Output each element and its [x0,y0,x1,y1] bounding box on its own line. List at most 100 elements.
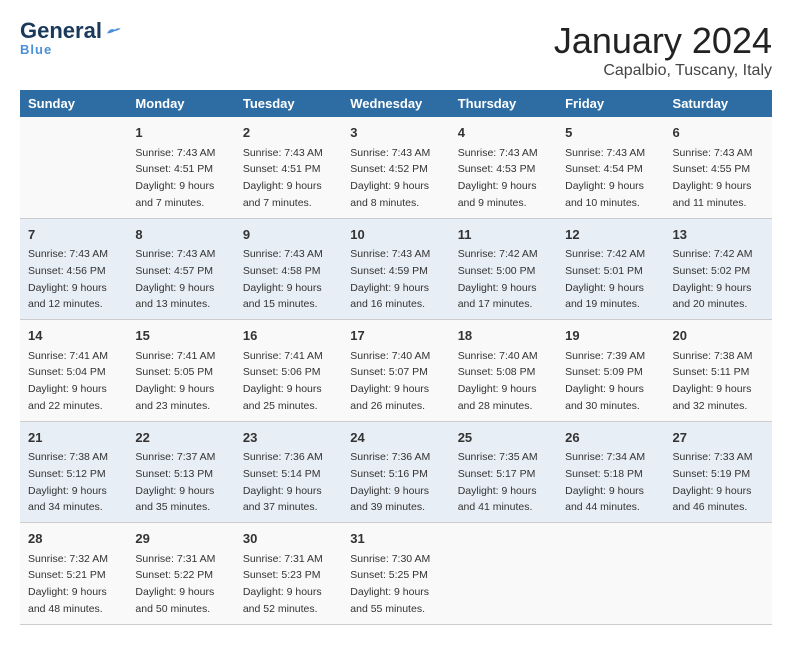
day-number: 27 [673,428,764,448]
header-row: SundayMondayTuesdayWednesdayThursdayFrid… [20,90,772,117]
column-header-thursday: Thursday [450,90,557,117]
day-cell: 30Sunrise: 7:31 AMSunset: 5:23 PMDayligh… [235,523,342,625]
day-cell: 15 Sunrise: 7:41 AMSunset: 5:05 PMDayligh… [127,320,234,422]
day-cell: 31 Sunrise: 7:30 AMSunset: 5:25 PMDayligh… [342,523,449,625]
title-block: January 2024 Capalbio, Tuscany, Italy [554,20,772,80]
day-cell: 25Sunrise: 7:35 AMSunset: 5:17 PMDayligh… [450,421,557,523]
logo: General Blue [20,20,122,57]
week-row-3: 14 Sunrise: 7:41 AMSunset: 5:04 PMDayligh… [20,320,772,422]
column-header-saturday: Saturday [665,90,772,117]
day-info: Sunrise: 7:43 AMSunset: 4:51 PMDaylight:… [243,147,323,209]
day-info: Sunrise: 7:43 AMSunset: 4:51 PMDaylight:… [135,147,215,209]
day-number: 14 [28,326,119,346]
page-header: General Blue January 2024 Capalbio, Tusc… [20,20,772,80]
day-cell: 3 Sunrise: 7:43 AMSunset: 4:52 PMDaylight… [342,117,449,218]
day-info: Sunrise: 7:42 AMSunset: 5:02 PMDaylight:… [673,248,753,310]
day-cell: 27 Sunrise: 7:33 AMSunset: 5:19 PMDayligh… [665,421,772,523]
day-number: 15 [135,326,226,346]
calendar-body: 1 Sunrise: 7:43 AMSunset: 4:51 PMDaylight… [20,117,772,624]
day-cell: 6Sunrise: 7:43 AMSunset: 4:55 PMDaylight… [665,117,772,218]
day-cell [20,117,127,218]
day-cell: 23 Sunrise: 7:36 AMSunset: 5:14 PMDayligh… [235,421,342,523]
day-number: 10 [350,225,441,245]
day-info: Sunrise: 7:43 AMSunset: 4:54 PMDaylight:… [565,147,645,209]
day-number: 30 [243,529,334,549]
day-cell: 14 Sunrise: 7:41 AMSunset: 5:04 PMDayligh… [20,320,127,422]
day-number: 3 [350,123,441,143]
logo-blue: Blue [20,42,52,57]
day-number: 24 [350,428,441,448]
day-number: 23 [243,428,334,448]
day-cell: 29 Sunrise: 7:31 AMSunset: 5:22 PMDayligh… [127,523,234,625]
day-info: Sunrise: 7:41 AMSunset: 5:04 PMDaylight:… [28,350,108,412]
day-number: 26 [565,428,656,448]
day-cell: 20Sunrise: 7:38 AMSunset: 5:11 PMDayligh… [665,320,772,422]
column-header-wednesday: Wednesday [342,90,449,117]
logo-general: General [20,20,102,42]
day-info: Sunrise: 7:31 AMSunset: 5:22 PMDaylight:… [135,553,215,615]
day-number: 16 [243,326,334,346]
day-number: 7 [28,225,119,245]
day-cell: 10 Sunrise: 7:43 AMSunset: 4:59 PMDayligh… [342,218,449,320]
day-cell: 17Sunrise: 7:40 AMSunset: 5:07 PMDayligh… [342,320,449,422]
day-info: Sunrise: 7:43 AMSunset: 4:58 PMDaylight:… [243,248,323,310]
day-number: 1 [135,123,226,143]
day-number: 11 [458,225,549,245]
day-number: 21 [28,428,119,448]
day-info: Sunrise: 7:30 AMSunset: 5:25 PMDaylight:… [350,553,430,615]
day-number: 9 [243,225,334,245]
day-info: Sunrise: 7:43 AMSunset: 4:52 PMDaylight:… [350,147,430,209]
day-number: 5 [565,123,656,143]
week-row-5: 28Sunrise: 7:32 AMSunset: 5:21 PMDayligh… [20,523,772,625]
day-info: Sunrise: 7:39 AMSunset: 5:09 PMDaylight:… [565,350,645,412]
day-cell: 7 Sunrise: 7:43 AMSunset: 4:56 PMDaylight… [20,218,127,320]
day-info: Sunrise: 7:41 AMSunset: 5:05 PMDaylight:… [135,350,215,412]
day-info: Sunrise: 7:37 AMSunset: 5:13 PMDaylight:… [135,451,215,513]
month-title: January 2024 [554,20,772,62]
day-info: Sunrise: 7:38 AMSunset: 5:12 PMDaylight:… [28,451,108,513]
location: Capalbio, Tuscany, Italy [554,62,772,80]
day-number: 29 [135,529,226,549]
day-number: 4 [458,123,549,143]
calendar-table: SundayMondayTuesdayWednesdayThursdayFrid… [20,90,772,625]
day-info: Sunrise: 7:43 AMSunset: 4:57 PMDaylight:… [135,248,215,310]
day-cell: 11Sunrise: 7:42 AMSunset: 5:00 PMDayligh… [450,218,557,320]
day-cell [665,523,772,625]
day-info: Sunrise: 7:43 AMSunset: 4:53 PMDaylight:… [458,147,538,209]
day-number: 19 [565,326,656,346]
day-number: 6 [673,123,764,143]
day-number: 25 [458,428,549,448]
day-info: Sunrise: 7:43 AMSunset: 4:56 PMDaylight:… [28,248,108,310]
day-cell: 4 Sunrise: 7:43 AMSunset: 4:53 PMDaylight… [450,117,557,218]
day-cell: 24 Sunrise: 7:36 AMSunset: 5:16 PMDayligh… [342,421,449,523]
day-cell: 13 Sunrise: 7:42 AMSunset: 5:02 PMDayligh… [665,218,772,320]
column-header-sunday: Sunday [20,90,127,117]
week-row-2: 7 Sunrise: 7:43 AMSunset: 4:56 PMDaylight… [20,218,772,320]
day-info: Sunrise: 7:42 AMSunset: 5:01 PMDaylight:… [565,248,645,310]
day-cell [450,523,557,625]
day-info: Sunrise: 7:40 AMSunset: 5:08 PMDaylight:… [458,350,538,412]
day-number: 12 [565,225,656,245]
day-info: Sunrise: 7:41 AMSunset: 5:06 PMDaylight:… [243,350,323,412]
day-info: Sunrise: 7:43 AMSunset: 4:59 PMDaylight:… [350,248,430,310]
day-number: 17 [350,326,441,346]
day-number: 31 [350,529,441,549]
day-cell: 16 Sunrise: 7:41 AMSunset: 5:06 PMDayligh… [235,320,342,422]
day-number: 13 [673,225,764,245]
day-cell: 22Sunrise: 7:37 AMSunset: 5:13 PMDayligh… [127,421,234,523]
column-header-tuesday: Tuesday [235,90,342,117]
day-cell: 18 Sunrise: 7:40 AMSunset: 5:08 PMDayligh… [450,320,557,422]
day-info: Sunrise: 7:33 AMSunset: 5:19 PMDaylight:… [673,451,753,513]
day-cell: 5 Sunrise: 7:43 AMSunset: 4:54 PMDaylight… [557,117,664,218]
day-number: 20 [673,326,764,346]
column-header-monday: Monday [127,90,234,117]
day-cell: 28Sunrise: 7:32 AMSunset: 5:21 PMDayligh… [20,523,127,625]
logo-bird-icon [104,24,122,38]
day-cell: 2Sunrise: 7:43 AMSunset: 4:51 PMDaylight… [235,117,342,218]
day-cell: 8Sunrise: 7:43 AMSunset: 4:57 PMDaylight… [127,218,234,320]
day-number: 18 [458,326,549,346]
day-info: Sunrise: 7:36 AMSunset: 5:14 PMDaylight:… [243,451,323,513]
day-info: Sunrise: 7:36 AMSunset: 5:16 PMDaylight:… [350,451,430,513]
day-cell: 19 Sunrise: 7:39 AMSunset: 5:09 PMDayligh… [557,320,664,422]
week-row-1: 1 Sunrise: 7:43 AMSunset: 4:51 PMDaylight… [20,117,772,218]
